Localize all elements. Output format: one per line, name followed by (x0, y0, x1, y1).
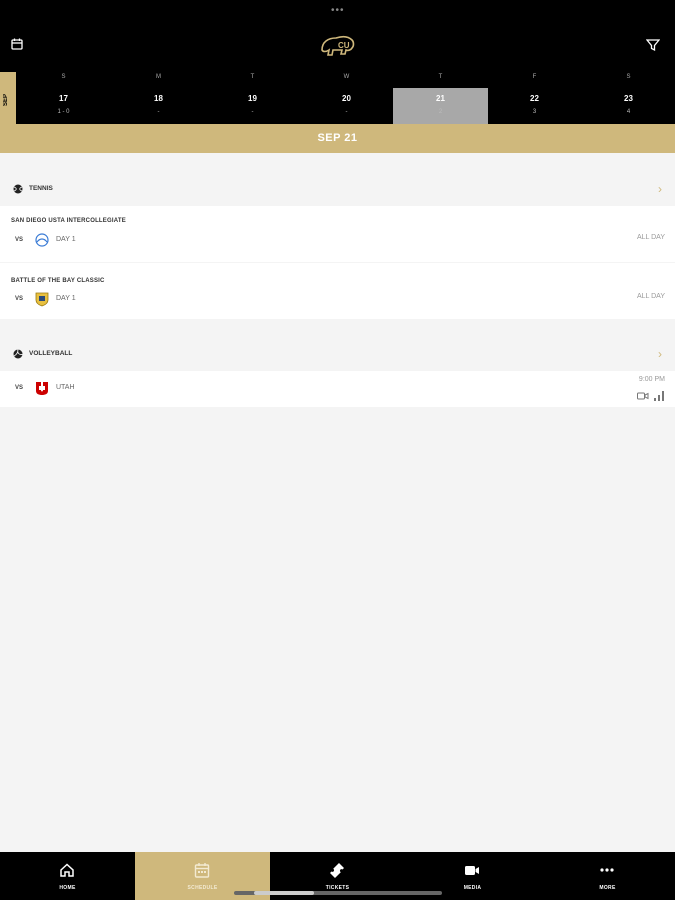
video-icon[interactable] (637, 391, 649, 401)
chevron-right-icon[interactable]: › (658, 182, 662, 196)
month-tab[interactable]: SEP (0, 72, 16, 124)
sport-name: VOLLEYBALL (29, 350, 73, 357)
day-of-week: F (532, 74, 537, 80)
day-number: 20 (342, 94, 351, 103)
tab-label: MORE (599, 885, 616, 891)
day-of-week: S (626, 74, 631, 80)
tab-home[interactable]: HOME (0, 852, 135, 900)
day-21-selected[interactable]: 21 2 (393, 88, 488, 124)
event-title: SAN DIEGO USTA INTERCOLLEGIATE (11, 218, 126, 224)
svg-text:CU: CU (338, 41, 350, 50)
opponent-name: DAY 1 (56, 236, 76, 243)
day-number: 17 (59, 94, 68, 103)
day-22[interactable]: F 22 3 (487, 72, 582, 124)
day-of-week: M (156, 74, 161, 80)
week-strip: SEP S 17 1 - 0 M 18 - T 19 - W 20 - T 21… (0, 72, 675, 124)
buffalo-logo[interactable]: CU (318, 30, 356, 60)
tournament-shield-icon (35, 292, 49, 307)
vs-label: VS (15, 237, 24, 243)
sport-header-volleyball[interactable]: VOLLEYBALL › (0, 340, 675, 368)
day-of-week: T (438, 74, 443, 80)
day-record: - (251, 109, 254, 115)
day-event-count: 2 (438, 109, 443, 115)
usta-logo-icon (35, 233, 49, 247)
day-18[interactable]: M 18 - (111, 72, 206, 124)
day-19[interactable]: T 19 - (205, 72, 300, 124)
calendar-icon[interactable] (11, 38, 23, 50)
day-record: - (157, 109, 160, 115)
vs-label: VS (15, 296, 24, 302)
opponent-name: UTAH (56, 384, 75, 391)
day-17[interactable]: S 17 1 - 0 (16, 72, 111, 124)
video-icon (465, 866, 479, 875)
filter-icon[interactable] (646, 38, 660, 52)
event-title: BATTLE OF THE BAY CLASSIC (11, 278, 105, 284)
day-number: 19 (248, 94, 257, 103)
utah-logo-icon (36, 382, 48, 395)
day-of-week: T (250, 74, 255, 80)
day-number: 21 (436, 94, 445, 103)
event-row[interactable]: SAN DIEGO USTA INTERCOLLEGIATE VS DAY 1 … (0, 206, 675, 262)
event-time: 9:00 PM (638, 376, 665, 383)
tennis-ball-icon (13, 184, 23, 194)
day-event-count: 4 (626, 109, 631, 115)
selected-date-bar: SEP 21 (0, 124, 675, 153)
sport-header-tennis[interactable]: TENNIS › (0, 175, 675, 203)
selected-date: SEP 21 (317, 132, 358, 144)
event-row[interactable]: VS UTAH 9:00 PM (0, 371, 675, 407)
live-stats-icon[interactable] (653, 390, 665, 401)
day-of-week: W (343, 74, 350, 80)
tab-more[interactable]: MORE (540, 852, 675, 900)
chevron-right-icon[interactable]: › (658, 347, 662, 361)
multitask-dots[interactable]: ••• (331, 5, 345, 16)
home-icon (60, 863, 74, 877)
event-row[interactable]: BATTLE OF THE BAY CLASSIC VS DAY 1 ALL D… (0, 263, 675, 319)
opponent-name: DAY 1 (56, 295, 76, 302)
day-23[interactable]: S 23 4 (581, 72, 675, 124)
day-record: - (345, 109, 348, 115)
vs-label: VS (15, 385, 24, 391)
day-20[interactable]: W 20 - (299, 72, 394, 124)
day-number: 22 (530, 94, 539, 103)
day-number: 18 (154, 94, 163, 103)
sport-name: TENNIS (29, 185, 53, 192)
more-icon (600, 868, 614, 872)
day-event-count: 3 (532, 109, 537, 115)
event-time: ALL DAY (636, 234, 665, 241)
app-header: ••• CU (0, 0, 675, 72)
event-time: ALL DAY (636, 293, 665, 300)
tab-label: HOME (59, 885, 76, 891)
ticket-icon (330, 863, 344, 878)
home-indicator[interactable] (234, 891, 442, 895)
volleyball-icon (13, 349, 23, 359)
day-record: 1 - 0 (57, 109, 70, 115)
month-label: SEP (3, 94, 9, 107)
calendar-icon (194, 863, 210, 878)
day-of-week: S (61, 74, 66, 80)
day-number: 23 (624, 94, 633, 103)
